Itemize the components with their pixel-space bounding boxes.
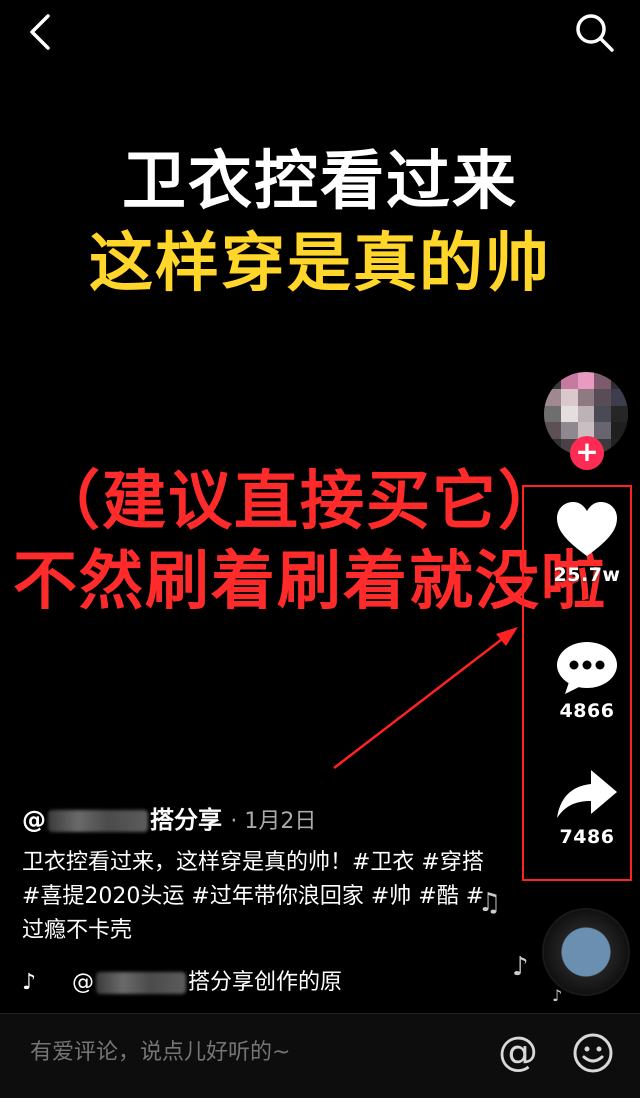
like-count: 25.7w	[553, 564, 621, 586]
video-caption[interactable]: 卫衣控看过来，这样穿是真的帅！#卫衣 #穿搭 #喜提2020头运 #过年带你浪回…	[22, 846, 492, 948]
music-note-icon: ♫	[478, 888, 502, 918]
music-line[interactable]: ♪ @ 搭分享创作的原	[22, 964, 342, 996]
music-note-icon: ♪	[552, 986, 563, 1005]
music-title: 搭分享创作的原	[188, 970, 343, 995]
share-count: 7486	[559, 826, 615, 848]
tiktok-logo-icon: ♪	[22, 970, 37, 995]
author-line[interactable]: @ 搭分享 · 1月2日	[22, 800, 316, 835]
share-button[interactable]: 7486	[547, 768, 627, 848]
comment-button[interactable]: 4866	[547, 640, 627, 722]
like-button[interactable]: 25.7w	[547, 500, 627, 586]
author-name-blurred	[48, 810, 148, 832]
music-name-blurred	[96, 972, 186, 994]
music-disc[interactable]	[544, 910, 628, 994]
comment-bubble-icon	[557, 642, 617, 694]
smiley-icon	[573, 1033, 613, 1073]
author-at: @	[22, 806, 46, 834]
comment-count: 4866	[559, 700, 615, 722]
heart-icon	[557, 502, 617, 556]
share-arrow-icon	[557, 770, 617, 818]
post-date: · 1月2日	[230, 809, 317, 834]
at-sign-icon: @	[498, 1029, 538, 1075]
comment-input[interactable]	[30, 1040, 470, 1065]
emoji-button[interactable]	[572, 1032, 614, 1074]
music-note-icon: ♪	[512, 952, 529, 982]
svg-text:@: @	[498, 1030, 538, 1074]
mention-button[interactable]: @	[496, 1029, 540, 1075]
author-name: 搭分享	[150, 806, 222, 834]
music-at: @	[72, 970, 94, 995]
